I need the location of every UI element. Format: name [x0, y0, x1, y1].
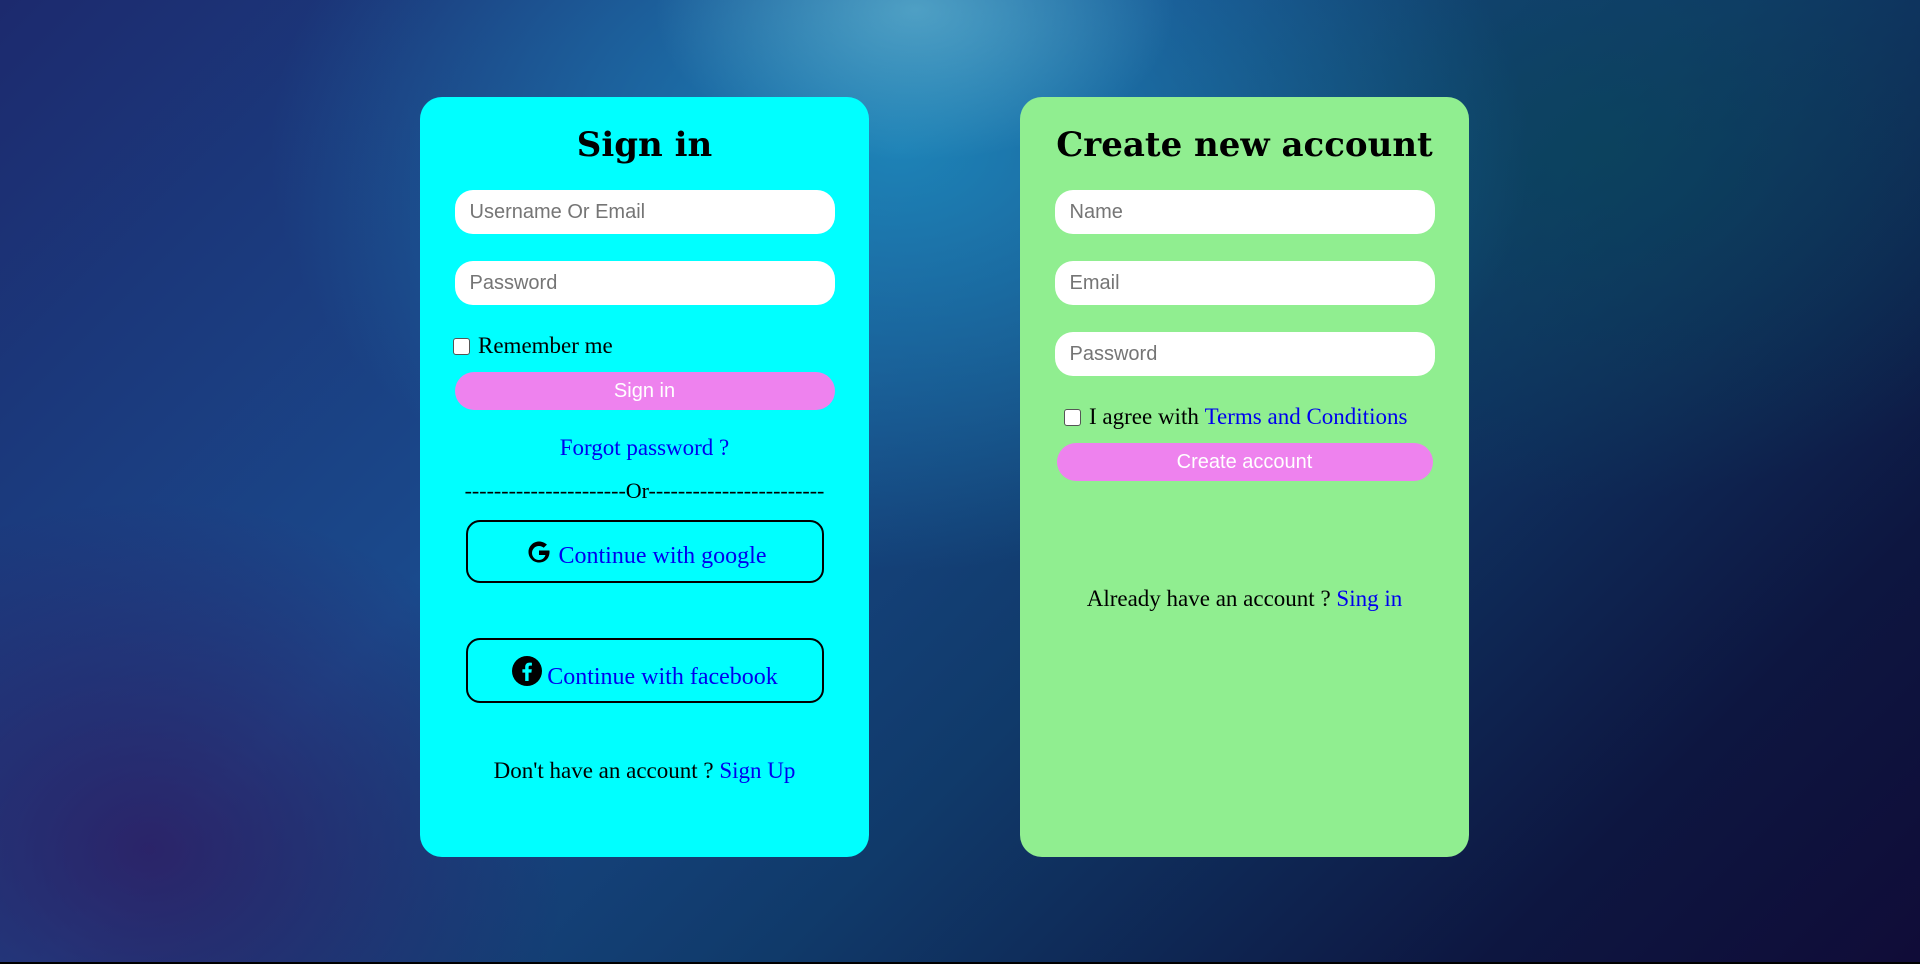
- facebook-button[interactable]: Continue with facebook: [465, 638, 824, 703]
- terms-link[interactable]: Terms and Conditions: [1205, 404, 1408, 430]
- signup-prompt-text: Don't have an account ?: [493, 758, 720, 783]
- bottom-edge: [0, 962, 1920, 967]
- signin-button[interactable]: Sign in: [454, 372, 835, 410]
- email-input[interactable]: [1054, 261, 1435, 305]
- or-divider: ----------------------Or----------------…: [464, 478, 825, 503]
- facebook-button-label[interactable]: Continue with facebook: [547, 664, 778, 691]
- signin-link[interactable]: Sing in: [1336, 586, 1402, 611]
- remember-me-row[interactable]: Remember me: [453, 330, 835, 362]
- google-button-label[interactable]: Continue with google: [559, 543, 767, 570]
- signin-title: Sign in: [576, 125, 713, 165]
- signup-password-input[interactable]: [1054, 332, 1435, 376]
- signin-password-input[interactable]: [454, 261, 835, 305]
- signin-prompt-text: Already have an account ?: [1086, 586, 1337, 611]
- facebook-icon: [512, 655, 543, 686]
- google-button[interactable]: Continue with google: [465, 520, 824, 583]
- name-input[interactable]: [1054, 190, 1435, 234]
- create-account-button[interactable]: Create account: [1056, 443, 1433, 481]
- signin-card: Sign in Remember me Sign in Forgot passw…: [420, 97, 869, 857]
- terms-checkbox[interactable]: [1064, 408, 1081, 426]
- remember-me-label: Remember me: [478, 333, 613, 358]
- google-icon: [528, 541, 550, 562]
- terms-row[interactable]: I agree with Terms and Conditions: [1064, 401, 1435, 433]
- signin-prompt: Already have an account ? Sing in: [1054, 584, 1435, 614]
- username-input[interactable]: [454, 190, 835, 234]
- terms-agree-label: I agree with: [1089, 404, 1205, 429]
- remember-me-checkbox[interactable]: [453, 337, 470, 355]
- signup-card: Create new account I agree with Terms an…: [1020, 97, 1469, 857]
- signup-link[interactable]: Sign Up: [719, 758, 795, 783]
- forgot-password-link[interactable]: Forgot password ?: [560, 435, 730, 460]
- page-background: Sign in Remember me Sign in Forgot passw…: [0, 0, 1920, 962]
- signup-title: Create new account: [1056, 125, 1433, 165]
- signup-prompt: Don't have an account ? Sign Up: [454, 756, 835, 786]
